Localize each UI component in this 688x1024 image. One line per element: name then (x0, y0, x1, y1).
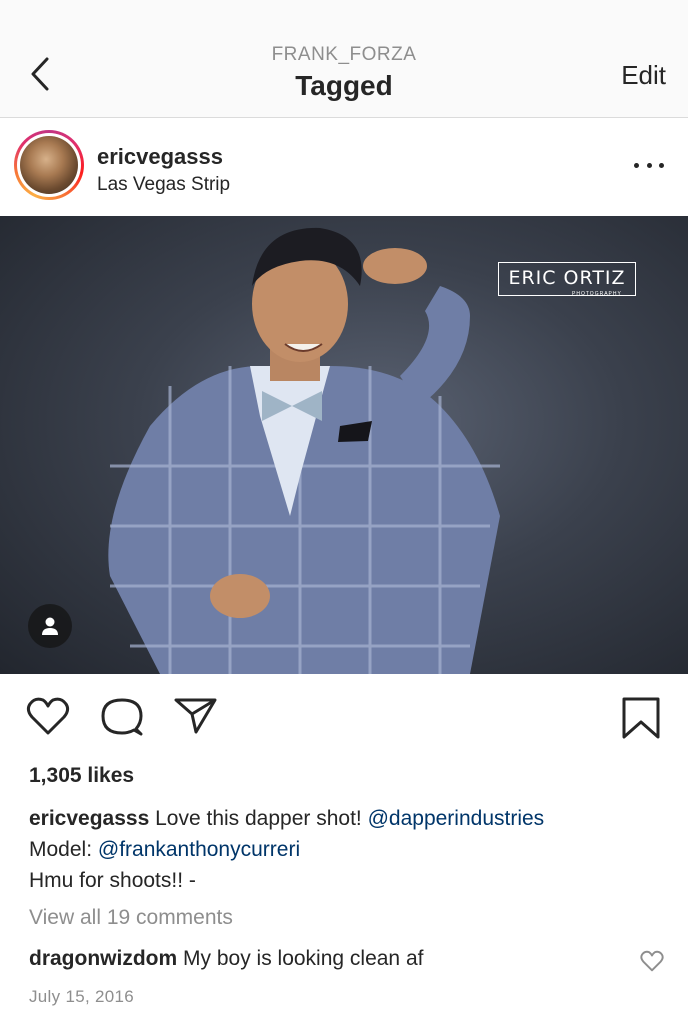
nav-header: FRANK_FORZA Tagged Edit (0, 0, 688, 118)
comment-item: dragonwizdom My boy is looking clean af (29, 947, 629, 971)
more-dot-icon (646, 162, 652, 168)
comment-icon (101, 698, 143, 736)
page-title: Tagged (295, 70, 393, 101)
share-button[interactable] (174, 696, 218, 741)
caption-text: Hmu for shoots!! - (29, 869, 196, 892)
post-username[interactable]: ericvegasss (97, 144, 223, 170)
comment-text: My boy is looking clean af (177, 947, 424, 970)
caption-text: Model: (29, 838, 98, 861)
paper-plane-icon (174, 698, 217, 734)
caption-mention-link[interactable]: @frankanthonycurreri (98, 838, 300, 861)
post-caption: ericvegasss Love this dapper shot! @dapp… (29, 803, 669, 896)
bookmark-icon (622, 697, 660, 739)
header-subtitle: FRANK_FORZA (271, 44, 417, 65)
comment-button[interactable] (100, 696, 144, 743)
likes-count[interactable]: 1,305 likes (29, 764, 134, 788)
post-actions (0, 690, 688, 750)
caption-text: Love this dapper shot! (149, 807, 368, 830)
user-tag-button[interactable] (28, 604, 72, 648)
user-tag-icon (42, 617, 58, 635)
caption-author[interactable]: ericvegasss (29, 807, 149, 830)
heart-icon (640, 950, 664, 972)
post-photo[interactable]: ERIC ORTIZ PHOTOGRAPHY (0, 216, 688, 674)
like-button[interactable] (26, 696, 70, 741)
post-header: ericvegasss Las Vegas Strip (0, 118, 688, 216)
heart-icon (26, 697, 70, 735)
comment-like-button[interactable] (640, 950, 664, 977)
avatar-image (20, 136, 78, 194)
edit-button[interactable]: Edit (621, 60, 666, 91)
save-button[interactable] (620, 696, 662, 745)
post-location[interactable]: Las Vegas Strip (97, 174, 230, 196)
more-dot-icon (634, 162, 639, 168)
caption-mention-link[interactable]: @dapperindustries (368, 807, 545, 830)
more-options-button[interactable] (634, 158, 664, 172)
comment-author[interactable]: dragonwizdom (29, 947, 177, 970)
more-dot-icon (659, 162, 664, 168)
photo-watermark-sub: PHOTOGRAPHY (572, 291, 622, 297)
view-all-comments-link[interactable]: View all 19 comments (29, 906, 233, 930)
post-date: July 15, 2016 (29, 987, 135, 1006)
avatar-border (17, 133, 81, 197)
avatar[interactable] (14, 130, 84, 200)
